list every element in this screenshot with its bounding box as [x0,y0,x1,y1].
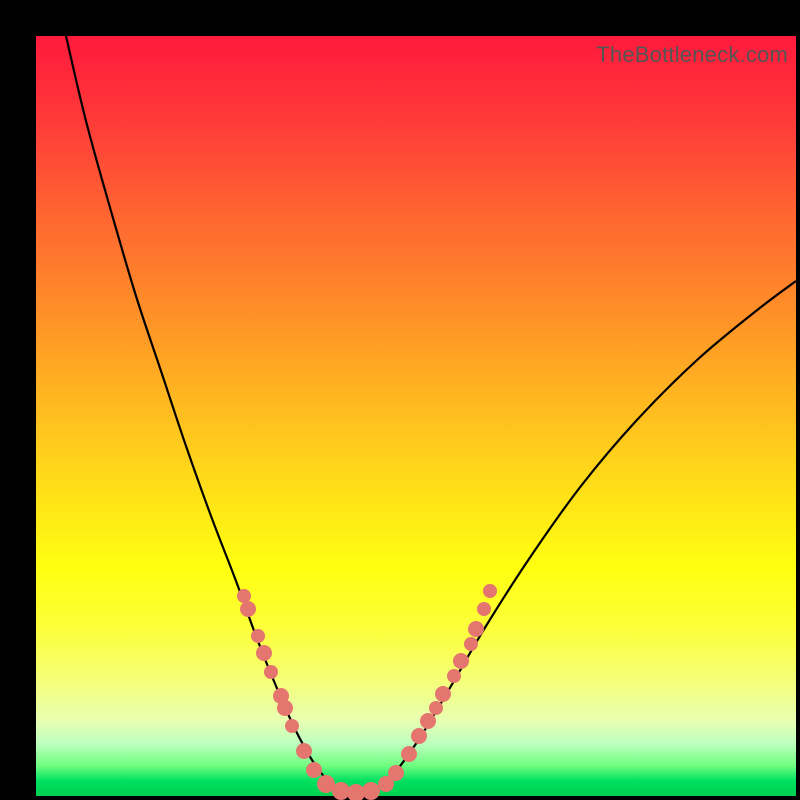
bead-dot [464,637,478,651]
bead-dot [429,701,443,715]
bead-dot [453,653,469,669]
curve-left-branch [66,36,356,794]
curve-layer [36,36,796,796]
bead-dot [264,665,278,679]
bead-dot [388,765,404,781]
bead-dot [240,601,256,617]
bead-dot [401,746,417,762]
plot-area: TheBottleneck.com [36,36,796,796]
chart-frame: TheBottleneck.com [0,0,800,800]
bead-dot [435,686,451,702]
bead-dot [285,719,299,733]
bead-group [237,584,497,800]
bead-dot [477,602,491,616]
bead-dot [362,782,380,800]
bead-dot [251,629,265,643]
bead-dot [277,700,293,716]
bead-dot [306,762,322,778]
bead-dot [483,584,497,598]
bead-dot [420,713,436,729]
bead-dot [468,621,484,637]
bead-dot [447,669,461,683]
bead-dot [411,728,427,744]
bead-dot [296,743,312,759]
bead-dot [256,645,272,661]
bead-dot [237,589,251,603]
